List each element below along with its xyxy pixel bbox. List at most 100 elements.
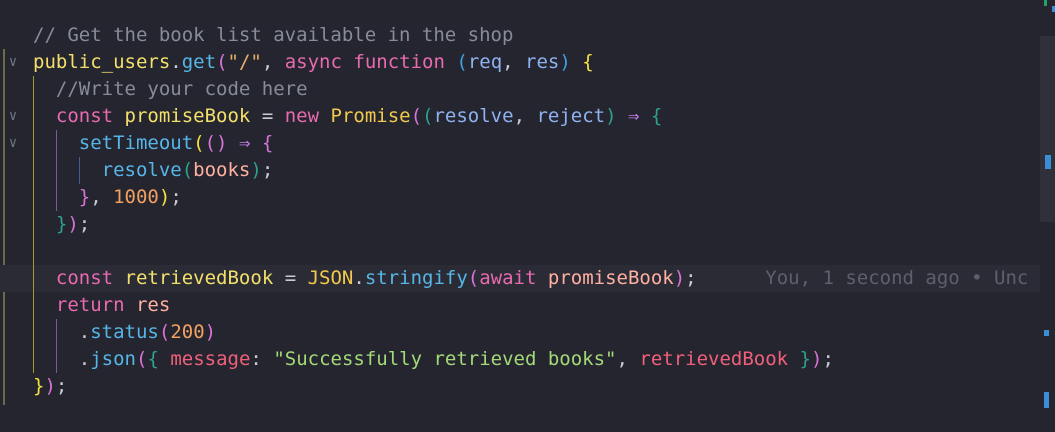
code-text: setTimeout(() ⇒ { [33,130,274,157]
code-line[interactable]: const retrievedBook = JSON.stringify(awa… [0,265,1040,292]
code-line[interactable]: public_users.get("/", async function (re… [0,49,1040,76]
code-token: ; [170,186,182,208]
code-token: const [55,267,114,289]
code-token: , [513,105,537,127]
code-token: . [78,321,91,343]
code-token: stringify [364,267,468,289]
code-token: , [502,51,526,73]
code-token: } [799,348,811,370]
code-line[interactable]: .json({ message: "Successfully retrieved… [0,346,1040,373]
code-token: get [181,51,217,73]
code-token: message [170,348,251,370]
fold-chevron-icon[interactable]: ∨ [6,49,20,76]
code-token: = [250,105,285,127]
code-token: , [90,186,114,208]
code-token: . [170,51,182,73]
code-token: function [353,51,445,73]
code-text: const retrievedBook = JSON.stringify(awa… [33,265,1028,292]
code-token: 200 [170,321,205,343]
code-token: 1000 [113,186,159,208]
code-token: promiseBook [124,105,251,127]
code-token: res [525,51,560,73]
code-token: ( [193,132,205,154]
code-line[interactable] [0,238,1040,265]
code-line[interactable]: }); [0,211,1040,238]
code-token: ; [685,267,697,289]
code-token: ) [158,186,171,208]
code-token: req [467,51,503,73]
code-text: resolve(books); [33,157,274,184]
vertical-scrollbar[interactable] [1040,0,1055,432]
scrollbar-thumb[interactable] [1040,36,1055,222]
code-text: // Get the book list available in the sh… [33,22,513,49]
code-token: async [284,51,342,73]
code-token: ) [250,159,262,181]
code-token: , [261,51,285,73]
code-text: .json({ message: "Successfully retrieved… [33,346,834,373]
code-line[interactable]: //Write your code here [0,76,1040,103]
code-token: json [90,348,136,370]
code-text: .status(200) [33,319,216,346]
code-line[interactable]: }, 1000); [0,184,1040,211]
code-token: JSON [307,267,354,289]
code-token: ) [44,375,56,397]
code-token: ( [456,51,468,73]
code-line[interactable]: return res [0,292,1040,319]
code-line[interactable]: }); [0,373,1040,400]
code-token: } [33,375,45,397]
code-line[interactable]: // Get the book list available in the sh… [0,22,1040,49]
code-token: "/" [227,51,262,73]
code-token: ; [822,348,834,370]
indent-guide [33,76,34,373]
minimap-marker [1045,155,1051,169]
code-text: //Write your code here [33,76,308,103]
code-token: new [284,105,320,127]
code-token: ; [261,159,274,181]
code-token: } [78,186,91,208]
minimap-marker [1044,392,1049,408]
code-token: setTimeout [78,132,194,154]
code-line[interactable]: resolve(books); [0,157,1040,184]
code-token: . [78,348,91,370]
code-token: : [250,348,274,370]
indent-guide [78,157,80,184]
code-editor[interactable]: // Get the book list available in the sh… [0,0,1040,432]
code-token: ) [673,267,686,289]
indent-guide [55,319,57,373]
code-token: retrievedBook [639,348,789,370]
code-token: ) [559,51,571,73]
code-token: ) [605,105,617,127]
code-token: ; [78,213,91,235]
code-token: ; [55,375,68,397]
code-line[interactable]: const promiseBook = new Promise((resolve… [0,103,1040,130]
minimap-marker [1044,0,1047,6]
code-line[interactable]: setTimeout(() ⇒ { ∨ [0,130,1040,157]
code-token: resolve [433,105,514,127]
fold-chevron-icon[interactable]: ∨ [6,130,20,157]
code-token: Promise [330,105,411,127]
fold-chevron-icon[interactable]: ∨ [6,103,20,130]
code-line[interactable]: .status(200) [0,319,1040,346]
code-token: . [353,267,365,289]
code-token: { [261,132,274,154]
code-token: status [90,321,159,343]
code-text: public_users.get("/", async function (re… [33,49,594,76]
code-token: { [582,51,594,73]
code-token: res [135,294,171,316]
code-token: promiseBook [547,267,674,289]
code-token: ( [216,51,228,73]
code-token: return [55,294,125,316]
code-token: ⇒ [227,132,262,154]
